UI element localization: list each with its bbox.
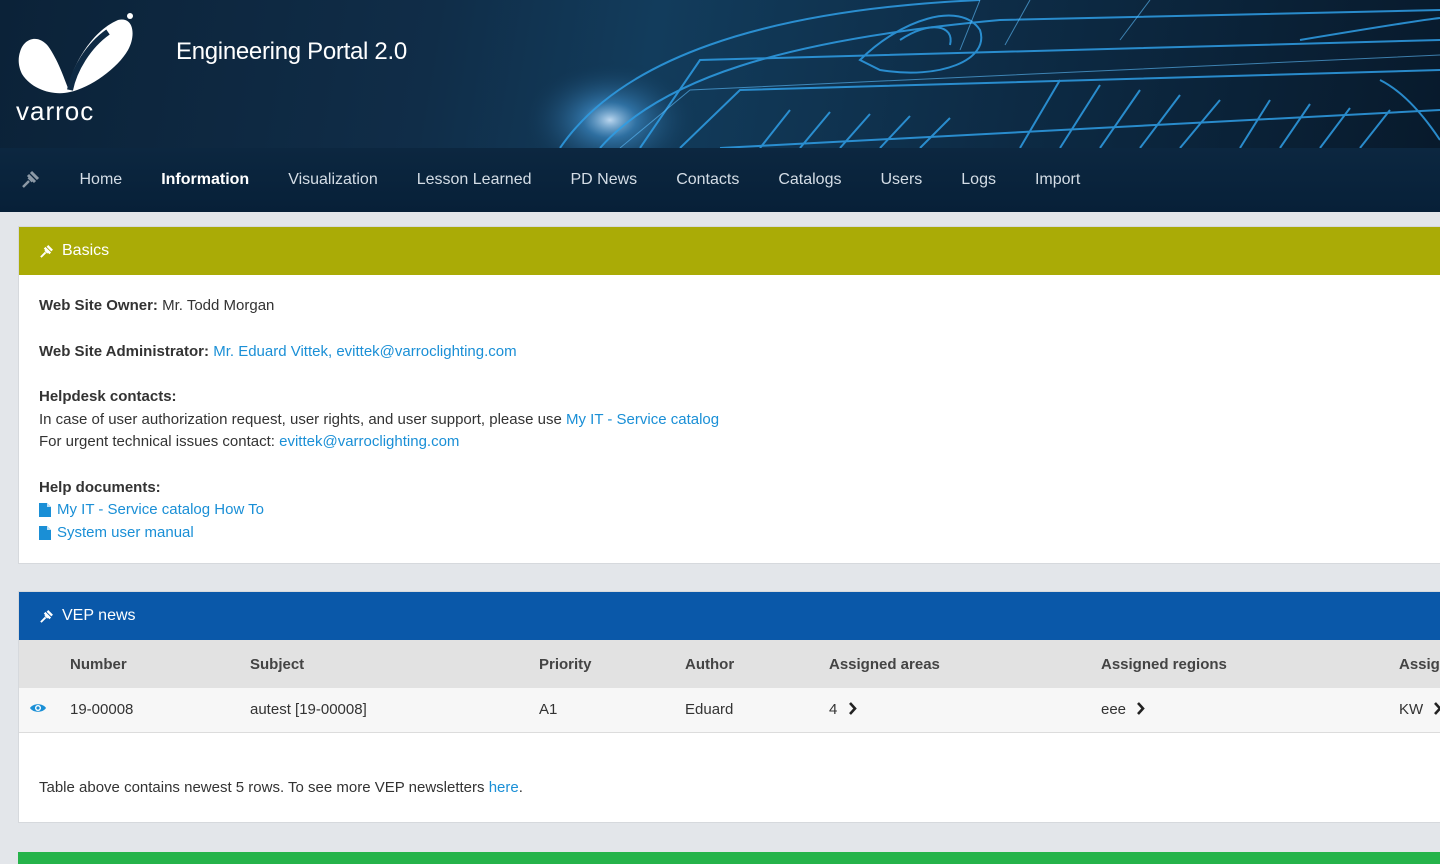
app-title: Engineering Portal 2.0 [176,38,407,65]
table-header-row: Number Subject Priority Author Assigned … [19,640,1440,688]
cell-assigned-areas[interactable]: 4 [829,688,1101,732]
col-header-view [19,640,70,688]
nav-item-information[interactable]: Information [142,148,269,212]
assig-value: KW [1399,701,1424,719]
doc-link-label[interactable]: My IT - Service catalog How To [57,499,264,522]
more-newsletters-link[interactable]: here [489,779,519,796]
header-banner: varroc Engineering Portal 2.0 [0,0,1440,148]
help-docs-label: Help documents: [39,478,161,496]
col-header-subject[interactable]: Subject [250,640,539,688]
col-header-assigned-regions[interactable]: Assigned regions [1101,640,1399,688]
vep-news-panel: VEP news Number Subject Priority Author … [18,591,1440,823]
nav-item-visualization[interactable]: Visualization [269,148,398,212]
owner-row: Web Site Owner: Mr. Todd Morgan [39,295,1437,318]
nav-item-catalogs[interactable]: Catalogs [759,148,861,212]
view-cell[interactable] [19,688,70,732]
assigned-areas-value: 4 [829,701,838,719]
service-catalog-link[interactable]: My IT - Service catalog [566,411,719,428]
cell-assig[interactable]: KW [1399,688,1440,732]
admin-label: Web Site Administrator: [39,342,210,360]
nav-item-pd-news[interactable]: PD News [551,148,657,212]
pin-icon [39,244,54,259]
footer-text: Table above contains newest 5 rows. To s… [39,778,485,796]
table-row: 19-00008 autest [19-00008] A1 Eduard 4 e… [19,688,1440,732]
vep-news-panel-header[interactable]: VEP news [19,592,1440,640]
vep-news-panel-title: VEP news [62,607,136,624]
helpdesk-label: Helpdesk contacts: [39,388,177,405]
col-header-author[interactable]: Author [685,640,829,688]
basics-panel-title: Basics [62,242,110,259]
helpdesk-line1-text: In case of user authorization request, u… [39,410,562,428]
doc-link-user-manual[interactable]: System user manual [39,522,1437,545]
support-email-link[interactable]: evittek@varroclighting.com [279,433,459,450]
chevron-right-icon[interactable] [1136,702,1145,716]
svg-text:varroc: varroc [16,96,94,124]
assigned-regions-value: eee [1101,701,1127,719]
basics-panel: Basics Web Site Owner: Mr. Todd Morgan W… [18,226,1440,564]
cell-number: 19-00008 [70,701,134,719]
nav-item-import[interactable]: Import [1015,148,1099,212]
nav-pin-button[interactable] [0,148,60,212]
nav-item-contacts[interactable]: Contacts [657,148,759,212]
admin-link[interactable]: Mr. Eduard Vittek, evittek@varroclightin… [213,343,516,360]
file-icon [39,525,51,540]
cell-subject: autest [19-00008] [250,701,367,719]
cell-priority: A1 [539,701,558,719]
nav-item-logs[interactable]: Logs [942,148,1016,212]
helpdesk-section: Helpdesk contacts: In case of user autho… [39,386,1437,454]
footer-end: . [518,778,523,796]
col-header-assigned-areas[interactable]: Assigned areas [829,640,1101,688]
pin-icon [22,170,40,188]
third-panel-header[interactable] [18,852,1440,864]
varroc-logo: varroc [16,13,133,124]
chevron-right-icon[interactable] [1433,702,1440,716]
vep-news-table: Number Subject Priority Author Assigned … [19,640,1440,733]
doc-link-service-catalog[interactable]: My IT - Service catalog How To [39,499,1437,522]
headlamp-sketch-art [520,0,1440,148]
file-icon [39,503,51,518]
col-header-priority[interactable]: Priority [539,640,685,688]
cell-author: Eduard [685,701,734,719]
main-nav: Home Information Visualization Lesson Le… [0,148,1440,212]
basics-panel-header[interactable]: Basics [19,227,1440,275]
eye-icon[interactable] [29,702,47,714]
help-docs-section: Help documents: My IT - Service catalog … [39,477,1437,545]
helpdesk-line2-text: For urgent technical issues contact: [39,433,275,450]
nav-item-users[interactable]: Users [861,148,942,212]
third-panel [18,852,1440,864]
cell-assigned-regions[interactable]: eee [1101,688,1399,732]
vep-news-footer: Table above contains newest 5 rows. To s… [19,733,1440,796]
pin-icon [39,609,54,624]
owner-value: Mr. Todd Morgan [162,297,275,314]
nav-item-home[interactable]: Home [60,148,142,212]
col-header-assig[interactable]: Assig [1399,640,1440,688]
doc-link-label[interactable]: System user manual [57,522,194,545]
chevron-right-icon[interactable] [848,702,857,716]
col-header-number[interactable]: Number [70,640,250,688]
admin-row: Web Site Administrator: Mr. Eduard Vitte… [39,341,1437,364]
owner-label: Web Site Owner: [39,297,158,314]
nav-item-lesson-learned[interactable]: Lesson Learned [397,148,551,212]
